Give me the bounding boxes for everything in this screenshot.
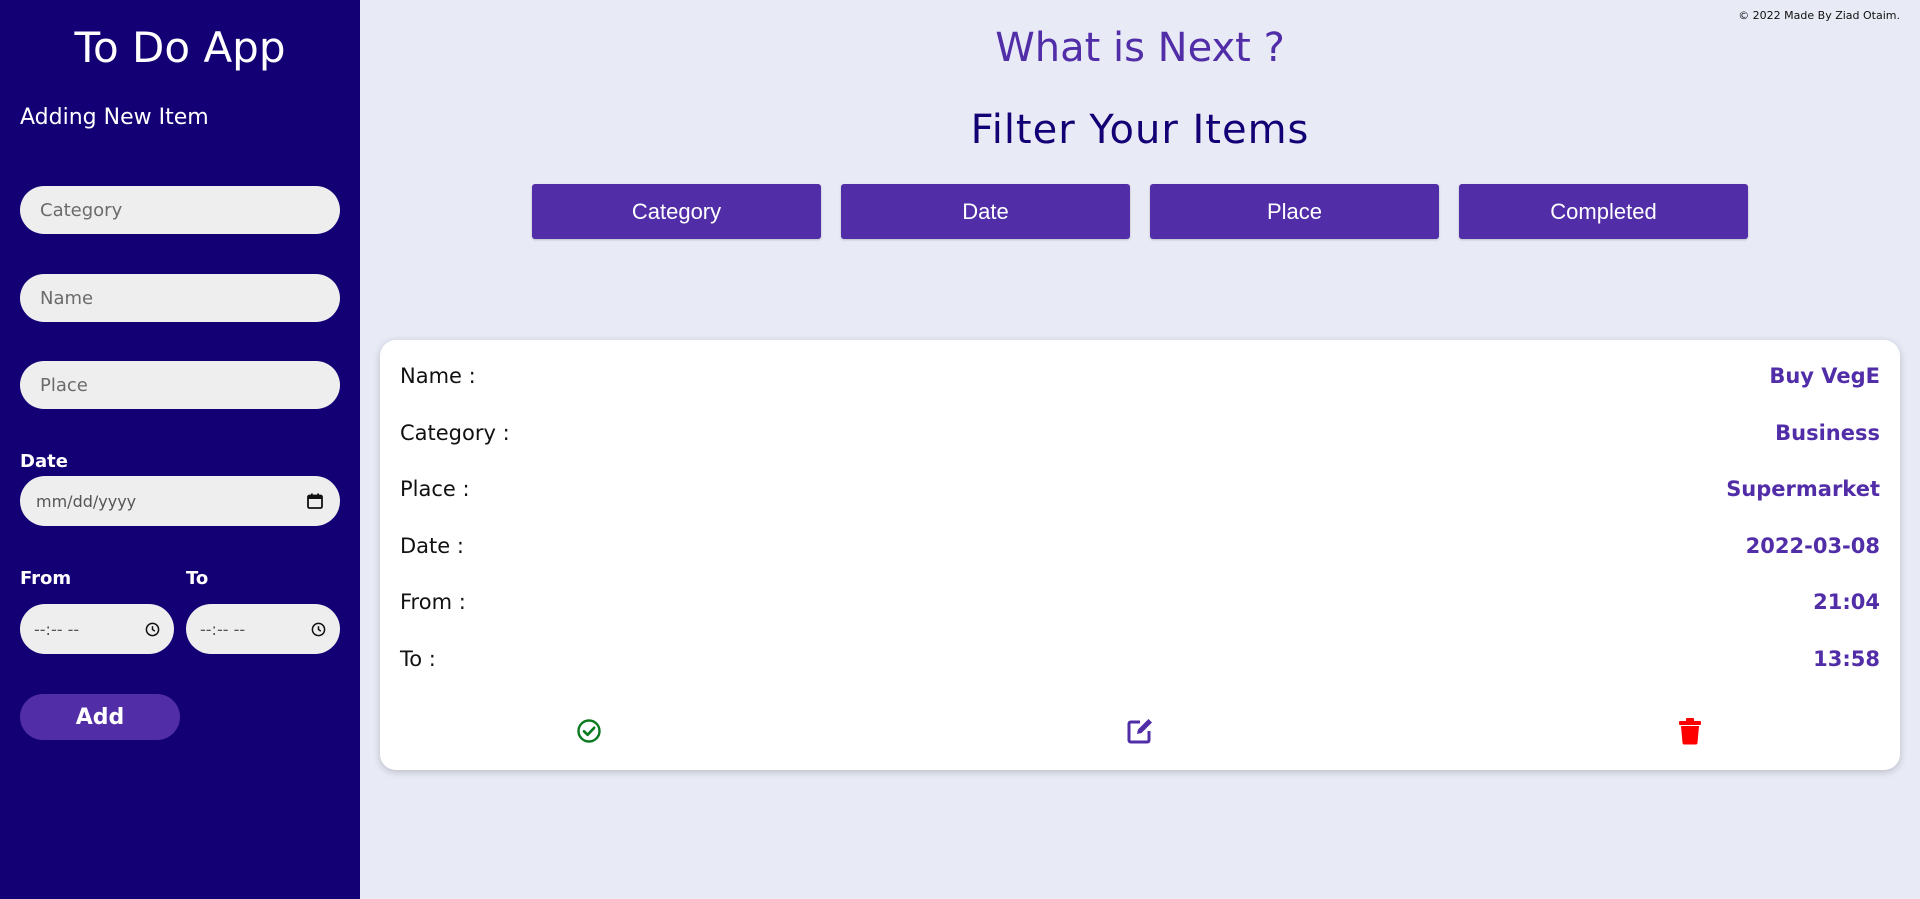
item-row-from: From : 21:04: [400, 587, 1880, 617]
calendar-icon[interactable]: [306, 492, 324, 510]
add-button[interactable]: Add: [20, 694, 180, 740]
item-row-name: Name : Buy VegE: [400, 361, 1880, 391]
to-label: To: [186, 568, 209, 589]
check-circle-icon[interactable]: [574, 716, 604, 746]
row-label: Name :: [400, 364, 476, 388]
filter-completed-button[interactable]: Completed: [1459, 184, 1748, 239]
clock-icon[interactable]: [311, 622, 326, 637]
from-time-input[interactable]: --:-- --: [20, 604, 174, 654]
edit-icon[interactable]: [1125, 716, 1155, 746]
row-label: From :: [400, 590, 466, 614]
clock-icon[interactable]: [145, 622, 160, 637]
row-value: Buy VegE: [1769, 364, 1880, 388]
copyright: © 2022 Made By Ziad Otaim.: [1738, 9, 1900, 22]
app-title: To Do App: [74, 23, 286, 72]
category-input[interactable]: [20, 186, 340, 234]
row-value: 2022-03-08: [1745, 534, 1880, 558]
date-input[interactable]: mm/dd/yyyy: [20, 476, 340, 526]
page-title: What is Next ?: [995, 25, 1285, 71]
to-time-placeholder: --:-- --: [200, 619, 246, 639]
row-value: 21:04: [1813, 590, 1880, 614]
date-placeholder: mm/dd/yyyy: [36, 491, 137, 511]
sidebar-subtitle: Adding New Item: [20, 105, 209, 130]
row-label: Date :: [400, 534, 464, 558]
row-label: Category :: [400, 421, 510, 445]
row-value: Supermarket: [1726, 477, 1880, 501]
from-label: From: [20, 568, 72, 589]
to-time-input[interactable]: --:-- --: [186, 604, 340, 654]
filter-category-button[interactable]: Category: [532, 184, 821, 239]
item-row-to: To : 13:58: [400, 644, 1880, 674]
item-row-place: Place : Supermarket: [400, 474, 1880, 504]
item-card: Name : Buy VegE Category : Business Plac…: [380, 340, 1900, 770]
item-row-date: Date : 2022-03-08: [400, 531, 1880, 561]
filter-place-button[interactable]: Place: [1150, 184, 1439, 239]
row-value: Business: [1775, 421, 1880, 445]
from-time-placeholder: --:-- --: [34, 619, 80, 639]
name-input[interactable]: [20, 274, 340, 322]
filter-title: Filter Your Items: [970, 107, 1310, 153]
filter-date-button[interactable]: Date: [841, 184, 1130, 239]
sidebar: To Do App Adding New Item Date mm/dd/yyy…: [0, 0, 360, 899]
place-input[interactable]: [20, 361, 340, 409]
date-label: Date: [20, 451, 68, 472]
row-value: 13:58: [1813, 647, 1880, 671]
item-row-category: Category : Business: [400, 418, 1880, 448]
row-label: Place :: [400, 477, 470, 501]
trash-icon[interactable]: [1675, 716, 1705, 746]
row-label: To :: [400, 647, 436, 671]
